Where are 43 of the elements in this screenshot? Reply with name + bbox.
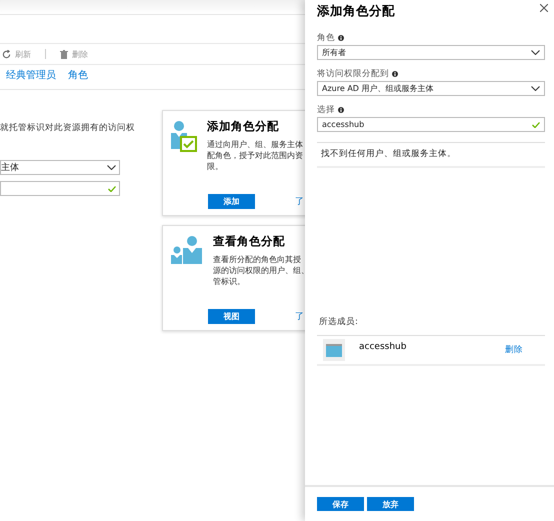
member-name: accesshub xyxy=(359,342,406,352)
checkmark-icon xyxy=(532,122,540,128)
card-title: 查看角色分配 xyxy=(213,234,286,249)
user-check-icon xyxy=(171,121,197,153)
input-field[interactable] xyxy=(0,181,120,196)
add-button[interactable]: 添加 xyxy=(208,194,255,209)
users-icon xyxy=(171,236,203,264)
remove-link[interactable]: 删除 xyxy=(505,344,523,356)
learn-more-link[interactable]: 了 xyxy=(295,195,304,208)
field-label: 将访问权限分配到 xyxy=(317,68,389,80)
info-icon xyxy=(338,107,344,113)
app-icon xyxy=(323,339,345,361)
dropdown[interactable]: 主体 xyxy=(0,160,120,175)
input-field[interactable]: accesshub xyxy=(317,117,545,132)
save-button[interactable]: 保存 xyxy=(317,497,364,511)
dropdown[interactable]: 所有者 xyxy=(317,45,545,60)
selected-members-label: 所选成员: xyxy=(318,316,359,328)
no-results-text: 找不到任何用户、组或服务主体。 xyxy=(321,149,456,159)
panel-title: 添加角色分配 xyxy=(317,2,395,20)
checkmark-icon xyxy=(108,186,116,192)
tab[interactable]: 角色 xyxy=(68,68,88,86)
card-description: 通过向用户、组、服务主体 配角色，授予对此范围内资 限。 xyxy=(207,139,303,172)
tab[interactable]: 经典管理员 xyxy=(6,68,56,86)
trash-icon xyxy=(60,50,68,58)
learn-more-link[interactable]: 了 xyxy=(295,310,304,323)
field-label: 角色 xyxy=(317,32,335,44)
info-icon xyxy=(392,71,398,77)
chevron-down-icon xyxy=(531,50,540,55)
chevron-down-icon xyxy=(107,165,116,170)
view-button[interactable]: 视图 xyxy=(208,309,255,324)
close-button[interactable] xyxy=(538,2,550,14)
chevron-down-icon xyxy=(531,86,540,91)
refresh-icon xyxy=(2,50,11,58)
info-icon xyxy=(338,35,344,41)
card-description: 查看所分配的角色向其授 源的访问权限的用户、组、 管标识。 xyxy=(213,254,305,287)
field-label: 选择 xyxy=(317,104,335,116)
description-text: 就托管标识对此资源拥有的访问权 xyxy=(0,122,135,134)
discard-button[interactable]: 放弃 xyxy=(367,497,414,511)
close-icon xyxy=(540,4,548,12)
delete-button[interactable]: 删除 xyxy=(60,48,88,60)
refresh-button[interactable]: 刷新 xyxy=(2,48,31,60)
dropdown[interactable]: Azure AD 用户、组或服务主体 xyxy=(317,81,545,96)
card-title: 添加角色分配 xyxy=(207,119,280,134)
